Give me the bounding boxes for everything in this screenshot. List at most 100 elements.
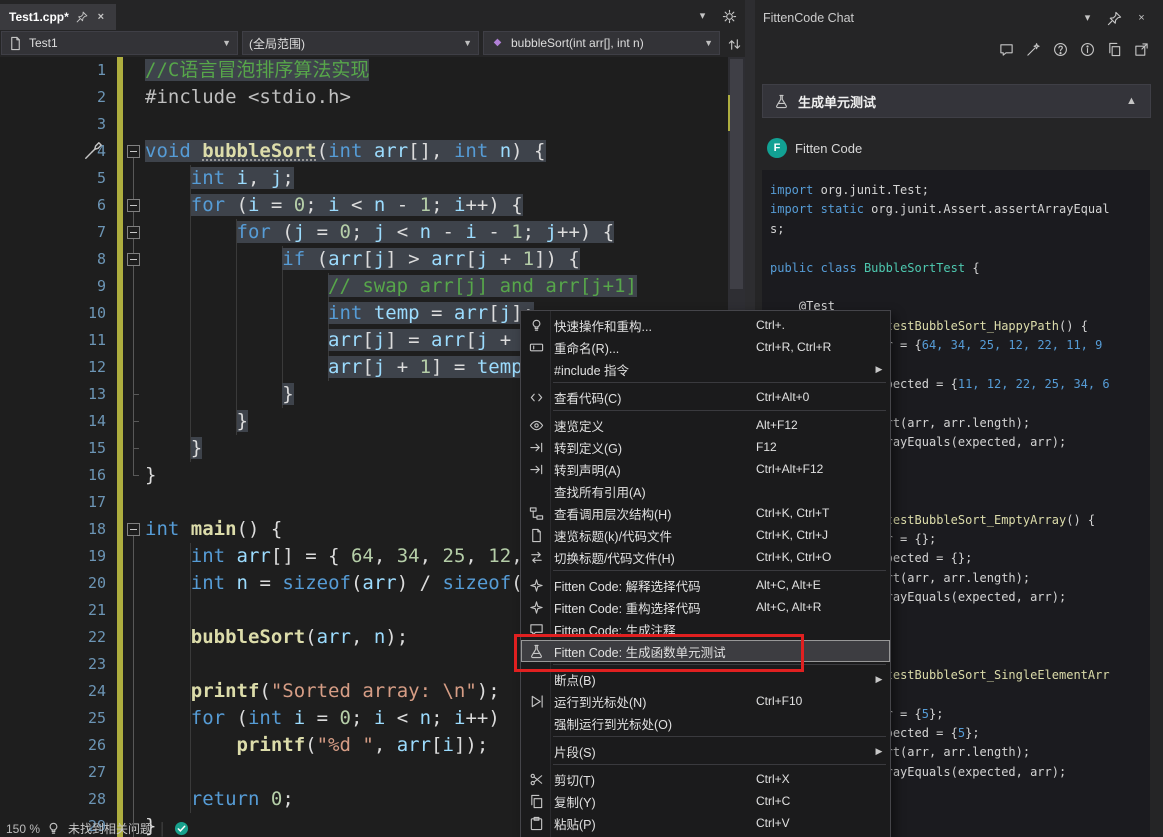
fold-toggle[interactable]: [127, 199, 140, 212]
menu-item-fitten-refactor-code[interactable]: Fitten Code: 重构选择代码 Alt+C, Alt+R: [521, 596, 890, 618]
line-number: 20: [87, 574, 106, 592]
tab-test1-cpp[interactable]: Test1.cpp* ×: [0, 4, 116, 30]
menu-item-goto-declaration[interactable]: 转到声明(A) Ctrl+Alt+F12: [521, 458, 890, 480]
menu-item-find-all-references[interactable]: 查找所有引用(A): [521, 480, 890, 502]
menu-item-quick-actions[interactable]: 快速操作和重构... Ctrl+.: [521, 314, 890, 336]
chevron-down-icon[interactable]: ▾: [1080, 11, 1095, 26]
editor-health-indicator[interactable]: 未找到相关问题 │: [46, 820, 189, 837]
navigation-bar: Test1 ▼ (全局范围) ▼ ◆ bubbleSort(int arr[],…: [0, 30, 745, 57]
menu-item-view-call-hierarchy[interactable]: 查看调用层次结构(H) Ctrl+K, Ctrl+T: [521, 502, 890, 524]
menu-item-label: 速览标题(k)/代码文件: [554, 529, 673, 544]
menu-item-view-code[interactable]: 查看代码(C) Ctrl+Alt+0: [521, 386, 890, 408]
generated-code-row: import org.junit.Test;: [770, 183, 929, 197]
quick-actions-screwdriver-icon[interactable]: [84, 141, 103, 160]
scope-dropdown-label: (全局范围): [249, 36, 305, 51]
tab-controls: ▾: [695, 9, 737, 24]
hierarchy-icon: [529, 506, 544, 521]
magic-wand-icon[interactable]: [1026, 42, 1041, 57]
cpp-file-icon: [8, 36, 23, 51]
menu-item-snippet[interactable]: 片段(S) ▶: [521, 740, 890, 762]
menu-item-shortcut: Ctrl+K, Ctrl+J: [756, 528, 829, 542]
fold-guide-end: [133, 475, 139, 476]
menu-item-label: 断点(B): [554, 673, 596, 688]
menu-item-run-to-cursor[interactable]: 运行到光标处(N) Ctrl+F10: [521, 690, 890, 712]
copy-icon[interactable]: [1107, 42, 1122, 57]
fold-toggle[interactable]: [127, 226, 140, 239]
open-external-icon[interactable]: [1134, 42, 1149, 57]
code-line-6[interactable]: for (i = 0; i < n - 1; i++) {: [145, 192, 727, 219]
member-dropdown[interactable]: ◆ bubbleSort(int arr[], int n) ▼: [483, 31, 720, 55]
line-number: 11: [87, 331, 106, 349]
paste-icon: [529, 816, 544, 831]
code-line-2[interactable]: #include <stdio.h>: [145, 84, 727, 111]
menu-item-rename[interactable]: 重命名(R)... Ctrl+R, Ctrl+R: [521, 336, 890, 358]
menu-item-cut[interactable]: 剪切(T) Ctrl+X: [521, 768, 890, 790]
code-line-3[interactable]: [145, 111, 727, 138]
sparkle-icon: [529, 600, 544, 615]
fold-toggle[interactable]: [127, 253, 140, 266]
scrollbar-thumb[interactable]: [730, 59, 743, 289]
help-icon[interactable]: [1053, 42, 1068, 57]
code-line-9[interactable]: // swap arr[j] and arr[j+1]: [145, 273, 727, 300]
section-title: 生成单元测试: [798, 94, 877, 110]
tab-bar: Test1.cpp* × ▾: [0, 0, 745, 30]
code-line-7[interactable]: for (j = 0; j < n - i - 1; j++) {: [145, 219, 727, 246]
lightbulb-icon: [529, 318, 544, 333]
close-icon[interactable]: ×: [1134, 11, 1149, 26]
menu-item-paste[interactable]: 粘贴(P) Ctrl+V: [521, 812, 890, 834]
line-number: 8: [96, 250, 106, 268]
section-generate-unit-test[interactable]: 生成单元测试 ▲: [762, 84, 1151, 118]
menu-separator: [553, 382, 886, 383]
split-view-icon[interactable]: [727, 37, 742, 52]
line-number: 22: [87, 628, 106, 646]
code-line-5[interactable]: int i, j;: [145, 165, 727, 192]
menu-separator: [553, 736, 886, 737]
line-number: 6: [96, 196, 106, 214]
code-line-4[interactable]: void bubbleSort(int arr[], int n) {: [145, 138, 727, 165]
fold-toggle[interactable]: [127, 523, 140, 536]
menu-item-copy[interactable]: 复制(Y) Ctrl+C: [521, 790, 890, 812]
line-number: 26: [87, 736, 106, 754]
menu-item-force-run-to-cursor[interactable]: 强制运行到光标处(O): [521, 712, 890, 734]
navbar-extra: [724, 31, 742, 57]
fold-toggle[interactable]: [127, 145, 140, 158]
pin-icon[interactable]: [1107, 11, 1122, 26]
line-number: 15: [87, 439, 106, 457]
collapse-icon[interactable]: ▲: [1124, 94, 1139, 109]
scope-dropdown[interactable]: (全局范围) ▼: [242, 31, 479, 55]
pin-icon[interactable]: [76, 11, 88, 23]
menu-item-include-directive[interactable]: #include 指令 ▶: [521, 358, 890, 380]
menu-item-shortcut: Ctrl+Alt+0: [756, 390, 810, 404]
copy-icon: [529, 794, 544, 809]
menu-item-peek-definition[interactable]: 速览定义 Alt+F12: [521, 414, 890, 436]
menu-item-shortcut: Alt+C, Alt+E: [756, 578, 821, 592]
menu-separator: [553, 410, 886, 411]
menu-item-label: 粘贴(P): [554, 817, 596, 832]
menu-item-fitten-explain-code[interactable]: Fitten Code: 解释选择代码 Alt+C, Alt+E: [521, 574, 890, 596]
panel-header: FittenCode Chat ▾ ×: [755, 6, 1157, 30]
zoom-control[interactable]: 150 %: [6, 822, 40, 836]
sparkle-icon: [529, 578, 544, 593]
generated-code-row: public class BubbleSortTest {: [770, 260, 980, 275]
code-line-1[interactable]: //C语言冒泡排序算法实现: [145, 57, 727, 84]
project-dropdown[interactable]: Test1 ▼: [1, 31, 238, 55]
info-icon[interactable]: [1080, 42, 1095, 57]
chat-icon[interactable]: [999, 42, 1014, 57]
menu-item-goto-definition[interactable]: 转到定义(G) F12: [521, 436, 890, 458]
context-menu: 快速操作和重构... Ctrl+. 重命名(R)... Ctrl+R, Ctrl+R #…: [520, 310, 891, 837]
menu-item-shortcut: Ctrl+C: [756, 794, 791, 808]
menu-item-shortcut: Ctrl+R, Ctrl+R: [756, 340, 832, 354]
menu-item-label: 速览定义: [554, 419, 605, 434]
gear-icon[interactable]: [722, 9, 737, 24]
run-cursor-icon: [529, 694, 544, 709]
code-icon: [529, 390, 544, 405]
chat-message-header: F Fitten Code: [767, 138, 862, 158]
line-number: 25: [87, 709, 106, 727]
fold-guide-end: [133, 394, 139, 395]
menu-item-shortcut: Ctrl+F10: [756, 694, 803, 708]
close-icon[interactable]: ×: [95, 11, 107, 23]
chevron-down-icon[interactable]: ▾: [695, 9, 710, 24]
code-line-8[interactable]: if (arr[j] > arr[j + 1]) {: [145, 246, 727, 273]
menu-item-peek-header-code-file[interactable]: 速览标题(k)/代码文件 Ctrl+K, Ctrl+J: [521, 524, 890, 546]
menu-item-toggle-header-code-file[interactable]: 切换标题/代码文件(H) Ctrl+K, Ctrl+O: [521, 546, 890, 568]
